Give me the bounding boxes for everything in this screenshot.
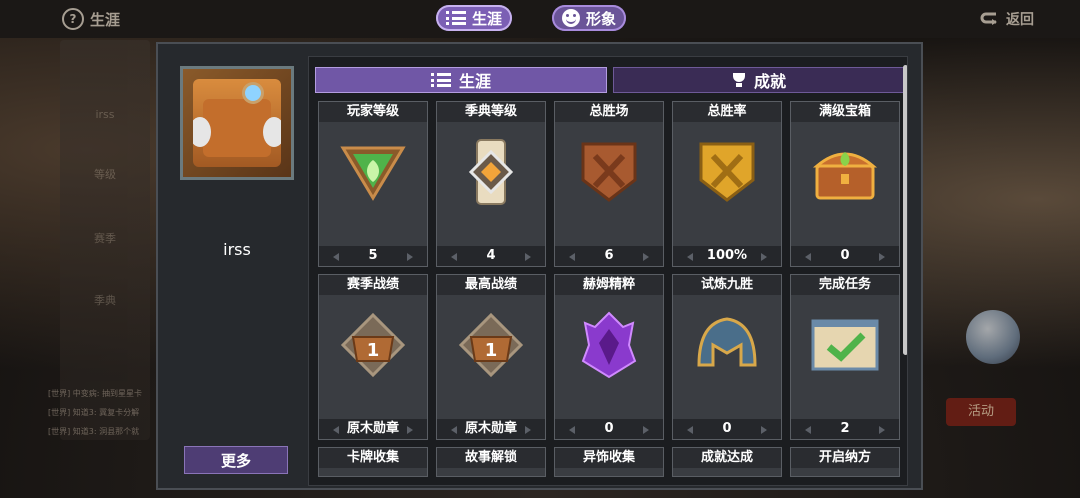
tab-career[interactable]: 生涯 [436,5,513,31]
stat-card[interactable]: 卡牌收集 [318,447,428,477]
top-bar: ? 生涯 生涯 形象 返回 [0,0,1080,38]
card-value: 原木勋章 [437,419,545,439]
avatar[interactable] [180,66,294,180]
card-value: 5 [319,246,427,266]
profile-panel: irss 更多 生涯 成就 玩家等级 5 季典等级 4 总胜场 6 总胜率 10… [156,42,923,490]
smile-icon [562,9,580,27]
card-title: 异饰收集 [555,448,663,468]
bronze-crossed-swords-shield-icon [581,142,637,202]
card-title: 满级宝箱 [791,102,899,122]
card-title: 总胜场 [555,102,663,122]
help-icon: ? [62,8,84,30]
green-triangle-badge-icon [340,146,406,201]
background-season: 赛季 [94,232,116,245]
card-title: 赫姆精粹 [555,275,663,295]
card-value: 4 [437,246,545,266]
subtab-achievements-label: 成就 [753,72,786,91]
card-title: 完成任务 [791,275,899,295]
stat-card[interactable]: 赫姆精粹 0 [554,274,664,440]
sub-tab-bar: 生涯 成就 [315,67,905,93]
back-label: 返回 [1006,12,1034,28]
card-value: 100% [673,246,781,266]
stat-card[interactable]: 开启纳方 [790,447,900,477]
card-title: 成就达成 [673,448,781,468]
stat-card[interactable]: 总胜场 6 [554,101,664,267]
stat-card[interactable]: 成就达成 [672,447,782,477]
subtab-career[interactable]: 生涯 [315,67,607,93]
background-name: irss [95,108,115,121]
avatar-wing-left [193,117,211,147]
background-mascot [966,310,1020,364]
list-icon [430,73,451,87]
subtab-achievements[interactable]: 成就 [613,67,905,93]
subtab-career-label: 生涯 [458,72,491,91]
stat-card[interactable]: 满级宝箱 0 [790,101,900,267]
stat-card[interactable]: 试炼九胜 0 [672,274,782,440]
checkmark-scroll-icon [811,319,879,371]
career-help-button[interactable]: ? 生涯 [0,0,130,38]
card-title: 故事解锁 [437,448,545,468]
card-title: 赛季战绩 [319,275,427,295]
scrollbar[interactable] [902,61,907,481]
card-value: 0 [673,419,781,439]
avatar-wing-right [263,117,281,147]
scrollbar-thumb[interactable] [903,65,907,355]
purple-crystal-icon [581,311,637,379]
stat-card[interactable]: 故事解锁 [436,447,546,477]
card-value: 2 [791,419,899,439]
card-title: 开启纳方 [791,448,899,468]
back-arrow-icon [980,12,997,25]
stat-card[interactable]: 总胜率 100% [672,101,782,267]
list-icon [446,11,466,25]
stat-card[interactable]: 玩家等级 5 [318,101,428,267]
card-value: 0 [791,246,899,266]
back-button[interactable]: 返回 [950,0,1080,38]
more-button[interactable]: 更多 [184,446,288,474]
treasure-chest-icon [812,152,878,200]
tab-career-label: 生涯 [472,9,503,28]
card-title: 最高战绩 [437,275,545,295]
background-level: 等级 [94,168,116,181]
robot-avatar-icon [193,79,281,167]
stat-card[interactable]: 完成任务 2 [790,274,900,440]
stat-card[interactable]: 赛季战绩 1 原木勋章 [318,274,428,440]
card-title: 玩家等级 [319,102,427,122]
stat-card[interactable]: 异饰收集 [554,447,664,477]
background-chat-line: [世界] 知道3: 冀复卡分解 [48,408,140,417]
scroll-badge-icon [468,139,514,205]
svg-text:1: 1 [485,340,498,361]
background-chat-line: [世界] 知道3: 洞县那个就 [48,427,140,436]
card-title: 总胜率 [673,102,781,122]
background-chat-line: [世界] 中变病: 抽到星星卡 [48,389,143,398]
trophy-icon [732,73,746,87]
helmet-icon [697,317,757,367]
card-title: 卡牌收集 [319,448,427,468]
background-activity-button: 活动 [946,398,1016,426]
stats-area: 生涯 成就 玩家等级 5 季典等级 4 总胜场 6 总胜率 100% 满级宝箱 … [308,56,908,486]
stat-card[interactable]: 最高战绩 1 原木勋章 [436,274,546,440]
stat-card[interactable]: 季典等级 4 [436,101,546,267]
card-title: 季典等级 [437,102,545,122]
background-codex: 季典 [94,294,116,307]
gold-crossed-swords-shield-icon [699,142,755,202]
tab-appearance-label: 形象 [586,9,617,28]
player-name: irss [223,240,251,259]
career-help-label: 生涯 [90,10,121,29]
wooden-medal-icon: 1 [458,312,524,378]
card-value: 6 [555,246,663,266]
card-title: 试炼九胜 [673,275,781,295]
wooden-medal-icon: 1 [340,312,406,378]
card-value: 0 [555,419,663,439]
svg-text:1: 1 [367,340,380,361]
card-value: 原木勋章 [319,419,427,439]
tab-appearance[interactable]: 形象 [552,5,627,31]
background-side-panel: irss 等级 赛季 季典 [60,40,150,440]
